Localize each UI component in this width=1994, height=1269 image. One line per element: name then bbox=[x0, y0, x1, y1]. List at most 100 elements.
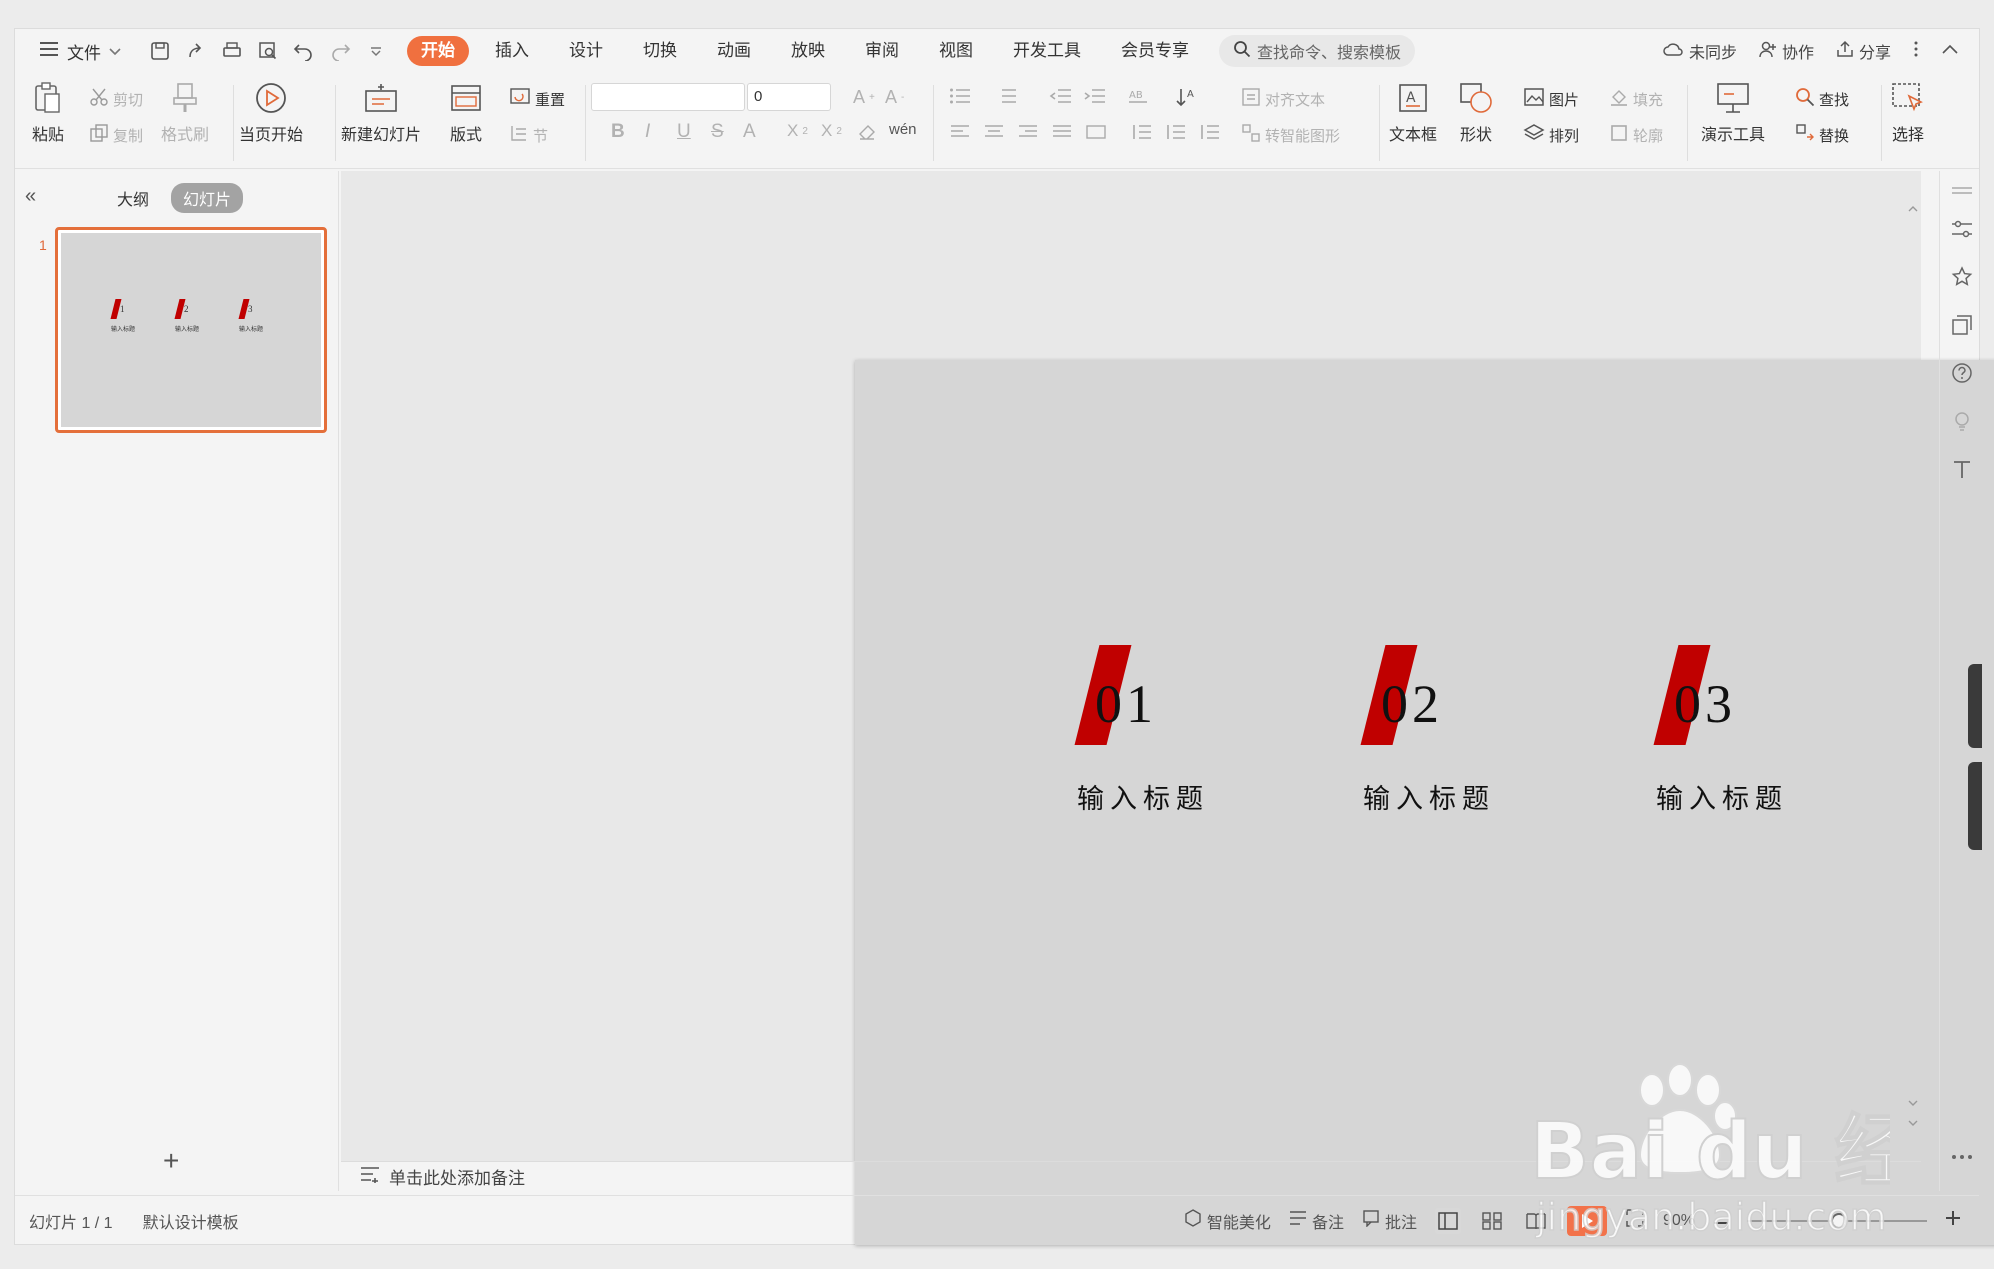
file-menu[interactable]: 文件 bbox=[33, 35, 127, 67]
save-icon[interactable] bbox=[149, 40, 171, 62]
align-text-button[interactable]: 对齐文本 bbox=[1241, 87, 1325, 111]
notes-toggle[interactable]: 备注 bbox=[1289, 1209, 1344, 1233]
undo-icon[interactable] bbox=[293, 40, 315, 62]
increase-indent-icon[interactable] bbox=[1083, 87, 1107, 105]
more-vertical-icon[interactable] bbox=[1913, 40, 1919, 63]
distribute-icon[interactable] bbox=[1085, 123, 1107, 141]
tab-member[interactable]: 会员专享 bbox=[1101, 36, 1209, 66]
tab-transitions[interactable]: 切换 bbox=[623, 36, 697, 66]
line-spacing-icon[interactable] bbox=[1131, 123, 1153, 141]
subscript-button[interactable]: X2 bbox=[821, 121, 842, 141]
cut-button[interactable]: 剪切 bbox=[89, 87, 143, 111]
tab-developer[interactable]: 开发工具 bbox=[993, 36, 1101, 66]
superscript-button[interactable]: X2 bbox=[787, 121, 808, 141]
align-center-icon[interactable] bbox=[983, 123, 1005, 141]
tab-home[interactable]: 开始 bbox=[407, 36, 469, 66]
edge-handle-bottom[interactable] bbox=[1968, 762, 1982, 850]
command-search[interactable]: 查找命令、搜索模板 bbox=[1219, 35, 1416, 67]
italic-button[interactable]: I bbox=[645, 121, 650, 143]
replace-button[interactable]: 替换 bbox=[1795, 123, 1849, 147]
increase-font-button[interactable]: A + bbox=[853, 87, 875, 108]
textbox-button[interactable]: A 文本框 bbox=[1389, 81, 1437, 145]
tab-animations[interactable]: 动画 bbox=[697, 36, 771, 66]
new-slide-button[interactable]: 新建幻灯片 bbox=[341, 81, 421, 145]
smart-shape-button[interactable]: 转智能图形 bbox=[1241, 123, 1340, 147]
collab-button[interactable]: 协作 bbox=[1759, 39, 1814, 63]
text-icon[interactable] bbox=[1950, 457, 1974, 481]
font-family-select[interactable] bbox=[591, 83, 745, 111]
tab-insert[interactable]: 插入 bbox=[475, 36, 549, 66]
text-direction-icon[interactable]: AB bbox=[1127, 87, 1151, 105]
collapse-ribbon-icon[interactable] bbox=[1941, 42, 1959, 60]
edge-handle-top[interactable] bbox=[1968, 664, 1982, 748]
layout-button[interactable]: 版式 bbox=[449, 81, 483, 145]
add-slide-button[interactable]: + bbox=[163, 1145, 179, 1177]
more-horizontal-icon[interactable] bbox=[1950, 1145, 1974, 1169]
present-tools-button[interactable]: 演示工具 bbox=[1701, 81, 1765, 145]
shape-button[interactable]: 形状 bbox=[1459, 81, 1493, 145]
vertical-scrollbar[interactable] bbox=[1905, 171, 1921, 1161]
share-link-icon[interactable] bbox=[185, 40, 207, 62]
comments-toggle[interactable]: 批注 bbox=[1362, 1209, 1417, 1233]
search-icon bbox=[1233, 40, 1251, 63]
normal-view-icon[interactable] bbox=[1434, 1207, 1461, 1234]
item-caption[interactable]: 输入标题 bbox=[1077, 777, 1209, 816]
sliders-icon[interactable] bbox=[1950, 217, 1974, 241]
tab-view[interactable]: 视图 bbox=[919, 36, 993, 66]
justify-icon[interactable] bbox=[1051, 123, 1073, 141]
paste-button[interactable]: 粘贴 bbox=[31, 81, 65, 145]
columns-icon[interactable] bbox=[1199, 123, 1221, 141]
arrange-button[interactable]: 排列 bbox=[1523, 123, 1579, 147]
align-right-icon[interactable] bbox=[1017, 123, 1039, 141]
cursor-select-icon bbox=[1891, 81, 1925, 115]
collapse-panel-icon[interactable]: « bbox=[25, 185, 36, 208]
tab-outline[interactable]: 大纲 bbox=[105, 183, 161, 213]
outline-button[interactable]: 轮廓 bbox=[1609, 123, 1663, 147]
underline-button[interactable]: U bbox=[677, 121, 691, 143]
align-left-icon[interactable] bbox=[949, 123, 971, 141]
drag-handle-icon[interactable] bbox=[1950, 179, 1974, 203]
share-button[interactable]: 分享 bbox=[1836, 39, 1891, 63]
fill-button[interactable]: 填充 bbox=[1609, 87, 1663, 111]
slide-thumbnail[interactable]: 1 输入标题 2 输入标题 3 输入标题 bbox=[55, 227, 327, 433]
print-preview-icon[interactable] bbox=[257, 40, 279, 62]
beautify-button[interactable]: 智能美化 bbox=[1184, 1209, 1271, 1233]
numbering-icon[interactable] bbox=[995, 87, 1019, 105]
section-button[interactable]: 节 bbox=[509, 123, 548, 147]
font-color-button[interactable]: A bbox=[743, 121, 756, 143]
strikethrough-button[interactable]: S bbox=[711, 121, 724, 143]
help-icon[interactable] bbox=[1950, 361, 1974, 385]
decrease-indent-icon[interactable] bbox=[1049, 87, 1073, 105]
select-button[interactable]: 选择 bbox=[1891, 81, 1925, 145]
template-name[interactable]: 默认设计模板 bbox=[143, 1209, 239, 1233]
sort-icon[interactable]: A bbox=[1175, 87, 1199, 107]
tab-slideshow[interactable]: 放映 bbox=[771, 36, 845, 66]
star-icon[interactable] bbox=[1950, 265, 1974, 289]
customize-toolbar-icon[interactable] bbox=[365, 40, 387, 62]
bold-button[interactable]: B bbox=[611, 121, 625, 143]
redo-icon[interactable] bbox=[329, 40, 351, 62]
copy-button[interactable]: 复制 bbox=[89, 123, 143, 147]
reset-button[interactable]: 重置 bbox=[509, 87, 565, 111]
phonetic-button[interactable]: wén bbox=[889, 121, 917, 138]
picture-button[interactable]: 图片 bbox=[1523, 87, 1579, 111]
decrease-font-button[interactable]: A- bbox=[885, 87, 904, 108]
zoom-in-icon[interactable] bbox=[1945, 1210, 1961, 1231]
eraser-icon[interactable] bbox=[857, 123, 877, 141]
sync-status[interactable]: 未同步 bbox=[1662, 39, 1737, 63]
tab-design[interactable]: 设计 bbox=[549, 36, 623, 66]
lightbulb-icon[interactable] bbox=[1950, 409, 1974, 433]
para-spacing-icon[interactable] bbox=[1165, 123, 1187, 141]
font-size-select[interactable]: 0 bbox=[747, 83, 831, 111]
find-button[interactable]: 查找 bbox=[1795, 87, 1849, 111]
copy-window-icon[interactable] bbox=[1950, 313, 1974, 337]
tab-review[interactable]: 审阅 bbox=[845, 36, 919, 66]
item-caption[interactable]: 输入标题 bbox=[1363, 777, 1495, 816]
item-caption[interactable]: 输入标题 bbox=[1656, 777, 1788, 816]
grid-view-icon[interactable] bbox=[1479, 1208, 1505, 1234]
tab-slides[interactable]: 幻灯片 bbox=[171, 183, 244, 213]
format-painter-button[interactable]: 格式刷 bbox=[161, 81, 209, 145]
print-icon[interactable] bbox=[221, 40, 243, 62]
bullets-icon[interactable] bbox=[949, 87, 973, 105]
play-from-current-button[interactable]: 当页开始 bbox=[239, 81, 303, 145]
